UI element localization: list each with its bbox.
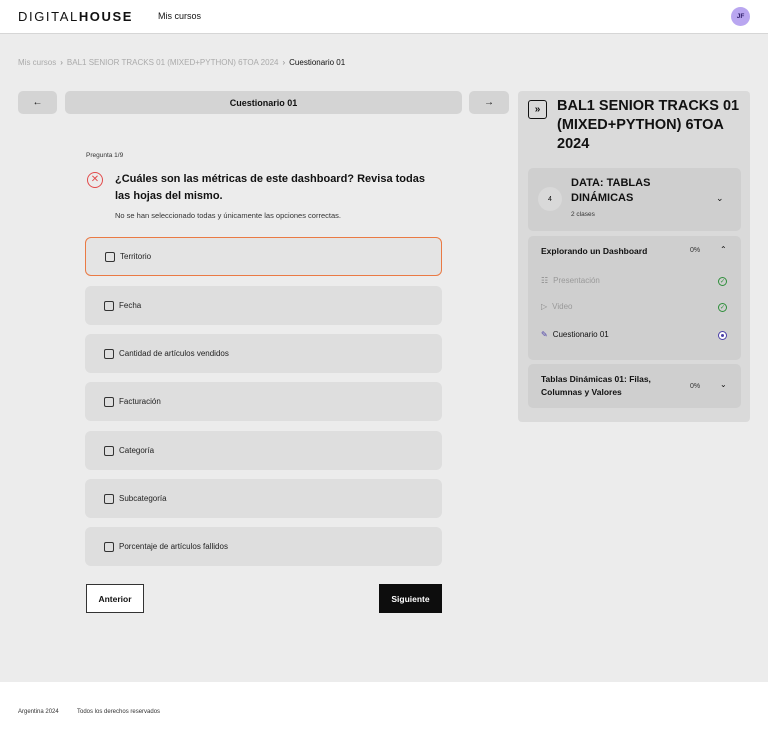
- footer-country-year: Argentina 2024: [18, 709, 59, 715]
- question-text: ¿Cuáles son las métricas de este dashboa…: [115, 173, 425, 202]
- option-label: Porcentaje de artículos fallidos: [119, 542, 228, 551]
- lesson-progress: 0%: [690, 247, 701, 254]
- option-categoria[interactable]: Categoría: [85, 431, 442, 470]
- quiz-title-bar: Cuestionario 01: [65, 91, 462, 114]
- next-question-button[interactable]: →: [469, 91, 509, 114]
- option-label: Categoría: [119, 446, 155, 455]
- breadcrumb-current: Cuestionario 01: [289, 58, 346, 67]
- chevron-down-icon[interactable]: ⌄: [716, 193, 724, 204]
- option-porcentaje-articulos-fallidos[interactable]: Porcentaje de artículos fallidos: [85, 527, 442, 566]
- lesson-item-presentacion[interactable]: ☷ Presentación: [541, 276, 600, 285]
- checkbox[interactable]: [105, 251, 115, 262]
- top-header: DIGITALHOUSE Mis cursos JF: [0, 0, 768, 34]
- lesson-item-video[interactable]: ▷ Video: [541, 302, 572, 311]
- anterior-button[interactable]: Anterior: [86, 584, 144, 613]
- check-circle-icon: ✓: [718, 303, 727, 312]
- chevron-up-icon[interactable]: ⌃: [720, 245, 727, 254]
- chevron-right-icon: ›: [282, 58, 286, 67]
- lesson-item-cuestionario[interactable]: ✎ Cuestionario 01: [541, 330, 609, 339]
- question-counter: Pregunta 1/9: [86, 152, 124, 159]
- video-icon: ▷: [541, 302, 548, 311]
- module-number: 4: [538, 187, 562, 211]
- checkbox[interactable]: [104, 348, 114, 359]
- item-label: Video: [552, 302, 573, 311]
- document-icon: ☷: [541, 276, 549, 285]
- current-radio-icon: [718, 331, 727, 340]
- option-facturacion[interactable]: Facturación: [85, 382, 442, 421]
- option-label: Fecha: [119, 301, 142, 310]
- quiz-title: Cuestionario 01: [229, 97, 298, 108]
- checkbox[interactable]: [104, 541, 114, 552]
- item-label: Presentación: [553, 276, 600, 285]
- siguiente-button[interactable]: Siguiente: [379, 584, 442, 613]
- chevron-right-icon: ›: [60, 58, 63, 67]
- checkbox[interactable]: [104, 396, 114, 407]
- breadcrumb-course[interactable]: BAL1 SENIOR TRACKS 01 (MIXED+PYTHON) 6TO…: [67, 58, 279, 67]
- check-circle-icon: ✓: [718, 277, 727, 286]
- option-label: Territorio: [120, 252, 152, 261]
- module-subtitle: 2 clases: [571, 211, 595, 218]
- lesson-title: Tablas Dinámicas 01: Filas, Columnas y V…: [541, 374, 651, 397]
- option-territorio[interactable]: Territorio: [85, 237, 442, 276]
- nav-link-mis-cursos[interactable]: Mis cursos: [158, 11, 201, 21]
- logo-light-text: DIGITAL: [18, 9, 79, 24]
- chevron-down-icon[interactable]: ⌄: [720, 380, 727, 389]
- option-label: Subcategoría: [119, 494, 167, 503]
- collapse-sidebar-button[interactable]: »: [528, 100, 547, 119]
- footer-rights: Todos los derechos reservados: [77, 709, 161, 715]
- breadcrumb: Mis cursos › BAL1 SENIOR TRACKS 01 (MIXED+…: [18, 58, 345, 67]
- question-hint: No se han seleccionado todas y únicament…: [115, 211, 341, 220]
- checkbox[interactable]: [104, 493, 114, 504]
- prev-question-button[interactable]: ←: [18, 91, 57, 114]
- error-circle-icon: ✕: [87, 172, 103, 188]
- avatar[interactable]: JF: [731, 7, 750, 26]
- arrow-right-icon: →: [484, 97, 494, 108]
- option-label: Cantidad de artículos vendidos: [119, 349, 229, 358]
- option-fecha[interactable]: Fecha: [85, 286, 442, 325]
- breadcrumb-root[interactable]: Mis cursos: [18, 58, 56, 67]
- pencil-icon: ✎: [541, 330, 548, 339]
- item-label: Cuestionario 01: [552, 330, 609, 339]
- option-cantidad-articulos-vendidos[interactable]: Cantidad de artículos vendidos: [85, 334, 442, 373]
- lesson-title[interactable]: Explorando un Dashboard: [541, 246, 647, 256]
- checkbox[interactable]: [104, 300, 114, 311]
- lesson-progress: 0%: [690, 383, 701, 390]
- option-subcategoria[interactable]: Subcategoría: [85, 479, 442, 518]
- checkbox[interactable]: [104, 445, 114, 456]
- option-label: Facturación: [119, 397, 161, 406]
- course-title: BAL1 SENIOR TRACKS 01 (MIXED+PYTHON) 6TO…: [557, 98, 740, 152]
- logo-bold-text: HOUSE: [78, 9, 134, 24]
- module-title: DATA: TABLAS DINÁMICAS: [571, 177, 651, 204]
- logo[interactable]: DIGITALHOUSE: [18, 9, 133, 24]
- arrow-left-icon: ←: [32, 97, 43, 108]
- double-chevron-icon: »: [534, 104, 541, 115]
